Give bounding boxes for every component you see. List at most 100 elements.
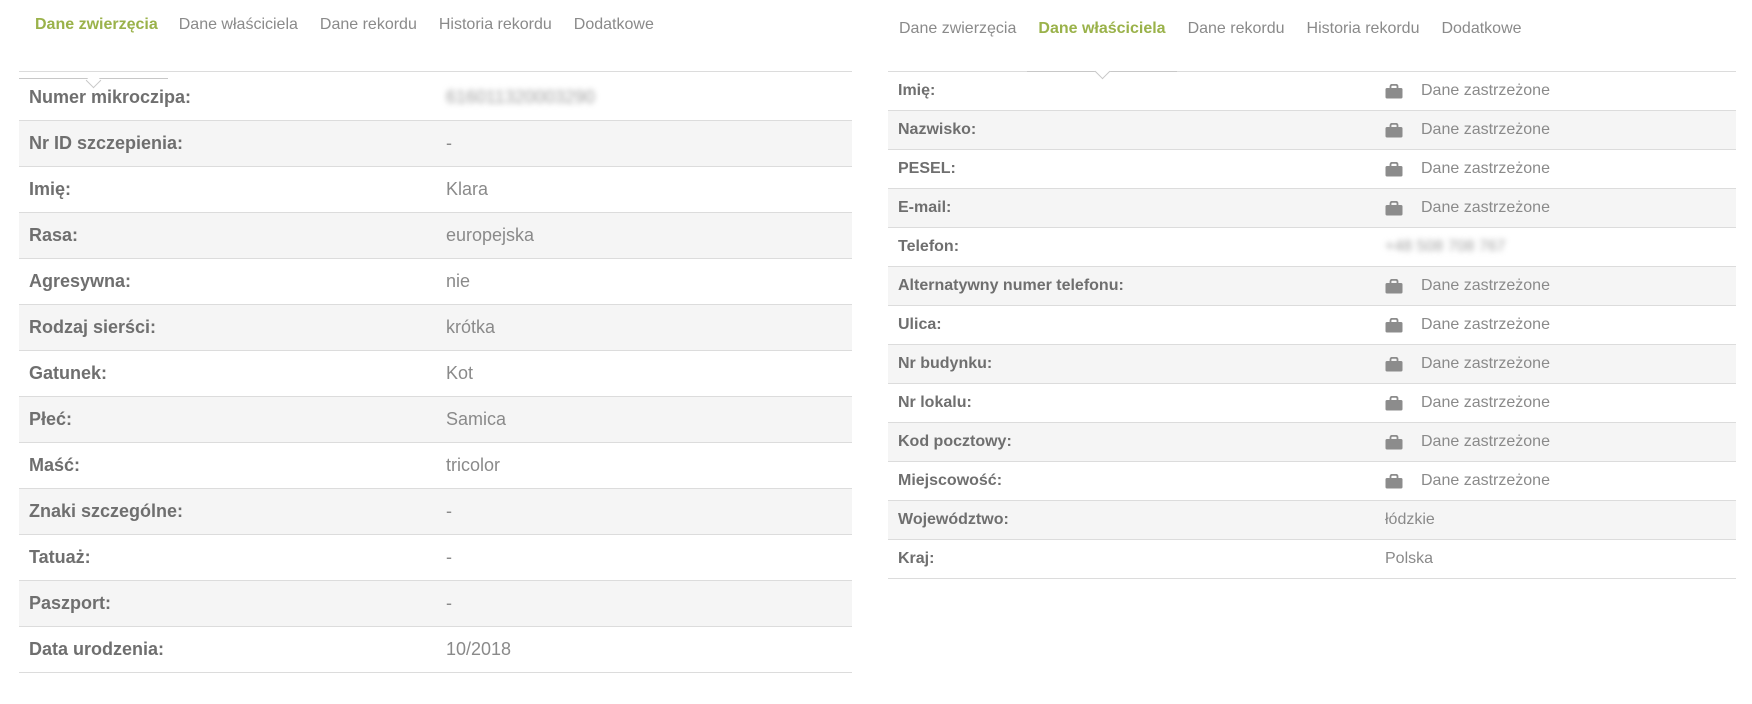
tab-label: Historia rekordu xyxy=(438,16,552,33)
restricted-field-value: Dane zastrzeżone xyxy=(1385,121,1550,139)
value-text: - xyxy=(446,501,452,521)
field-value: - xyxy=(446,593,452,614)
field-label: Rasa: xyxy=(29,225,79,245)
tab-label: Dane właściciela xyxy=(178,16,298,33)
tab-dane-zwierzecia[interactable]: Dane zwierzęcia xyxy=(19,0,168,89)
restricted-field-value: Dane zastrzeżone xyxy=(1385,277,1550,295)
field-value: Klara xyxy=(446,179,488,200)
field-value: - xyxy=(446,547,452,568)
field-value: europejska xyxy=(446,225,534,246)
field-label: Miejscowość: xyxy=(898,472,1003,489)
field-label: Kraj: xyxy=(898,550,935,567)
field-label: PESEL: xyxy=(898,160,956,177)
table-row: Paszport: - xyxy=(19,581,852,627)
value-text: - xyxy=(446,593,452,613)
tab-dane-rekordu[interactable]: Dane rekordu xyxy=(309,0,428,71)
table-row: Telefon: +48 508 708 767 xyxy=(888,228,1736,267)
value-text: - xyxy=(446,547,452,567)
lock-icon xyxy=(1385,122,1403,137)
tab-historia-rekordu[interactable]: Historia rekordu xyxy=(428,0,563,71)
field-value: krótka xyxy=(446,317,495,338)
field-label: Tatuaż: xyxy=(29,547,91,567)
field-value: łódzkie xyxy=(1385,511,1435,529)
value-text: Dane zastrzeżone xyxy=(1421,472,1550,489)
value-text: Dane zastrzeżone xyxy=(1421,199,1550,216)
restricted-field-value: Dane zastrzeżone xyxy=(1385,82,1550,100)
value-text: Dane zastrzeżone xyxy=(1421,82,1550,99)
field-label: Nr lokalu: xyxy=(898,394,972,411)
restricted-field-value: Dane zastrzeżone xyxy=(1385,472,1550,490)
value-text: Klara xyxy=(446,179,489,199)
tab-label: Dane zwierzęcia xyxy=(35,16,158,33)
tab-label: Dodatkowe xyxy=(573,16,654,33)
restricted-field-value: Dane zastrzeżone xyxy=(1385,394,1550,412)
field-value: 616011320003290 xyxy=(446,87,595,108)
lock-icon xyxy=(1385,161,1403,176)
table-row: Rodzaj sierści: krótka xyxy=(19,305,852,351)
lock-icon xyxy=(1385,473,1403,488)
field-label: Agresywna: xyxy=(29,271,132,291)
field-label: Nr budynku: xyxy=(898,355,993,372)
field-label: Województwo: xyxy=(898,511,1009,528)
field-label: Znaki szczególne: xyxy=(29,501,184,521)
field-label: Rodzaj sierści: xyxy=(29,317,157,337)
tab-label: Dane rekordu xyxy=(1187,20,1285,37)
animal-data-table: Numer mikroczipa: 616011320003290 Nr ID sz… xyxy=(19,75,852,673)
field-value: nie xyxy=(446,271,470,292)
tab-label: Dane właściciela xyxy=(1038,20,1166,37)
table-row: Maść: tricolor xyxy=(19,443,852,489)
value-text: Dane zastrzeżone xyxy=(1421,316,1550,333)
table-row: Województwo: łódzkie xyxy=(888,501,1736,540)
table-row: Nr ID szczepienia: - xyxy=(19,121,852,167)
value-text: Dane zastrzeżone xyxy=(1421,355,1550,372)
field-label: Telefon: xyxy=(898,238,960,255)
field-value: Samica xyxy=(446,409,506,430)
table-row: Tatuaż: - xyxy=(19,535,852,581)
tab-dane-rekordu[interactable]: Dane rekordu xyxy=(1177,0,1296,71)
tab-label: Dane rekordu xyxy=(319,16,417,33)
tab-dodatkowe[interactable]: Dodatkowe xyxy=(563,0,665,71)
field-label: Nr ID szczepienia: xyxy=(29,133,184,153)
tab-dodatkowe[interactable]: Dodatkowe xyxy=(1430,0,1532,71)
tab-dane-wlasciciela[interactable]: Dane właściciela xyxy=(1027,0,1177,80)
field-label: Płeć: xyxy=(29,409,73,429)
table-row: Alternatywny numer telefonu: Dane zastrze… xyxy=(888,267,1736,306)
table-row: Kraj: Polska xyxy=(888,540,1736,579)
field-label: Alternatywny numer telefonu: xyxy=(898,277,1124,294)
lock-icon xyxy=(1385,278,1403,293)
field-label: Imię: xyxy=(29,179,72,199)
tab-dane-zwierzecia[interactable]: Dane zwierzęcia xyxy=(888,0,1027,71)
lock-icon xyxy=(1385,434,1403,449)
field-label: Gatunek: xyxy=(29,363,108,383)
owner-data-table: Imię: Dane zastrzeżone Nazwisko: Dane zastr… xyxy=(888,72,1736,579)
value-text: Dane zastrzeżone xyxy=(1421,277,1550,294)
table-row: Znaki szczególne: - xyxy=(19,489,852,535)
animal-data-panel: Dane zwierzęcia Dane właściciela Dane reko… xyxy=(19,0,852,673)
field-label: Imię: xyxy=(898,82,936,99)
field-value: - xyxy=(446,501,452,522)
value-text: Dane zastrzeżone xyxy=(1421,121,1550,138)
field-label: Ulica: xyxy=(898,316,942,333)
tab-label: Dodatkowe xyxy=(1441,20,1522,37)
table-row: Nazwisko: Dane zastrzeżone xyxy=(888,111,1736,150)
lock-icon xyxy=(1385,395,1403,410)
lock-icon xyxy=(1385,83,1403,98)
table-row: Miejscowość: Dane zastrzeżone xyxy=(888,462,1736,501)
table-row: Rasa: europejska xyxy=(19,213,852,259)
value-text: krótka xyxy=(446,317,496,337)
tab-historia-rekordu[interactable]: Historia rekordu xyxy=(1296,0,1431,71)
value-text: - xyxy=(446,133,452,153)
restricted-field-value: Dane zastrzeżone xyxy=(1385,199,1550,217)
field-label: Kod pocztowy: xyxy=(898,433,1012,450)
restricted-field-value: Dane zastrzeżone xyxy=(1385,316,1550,334)
lock-icon xyxy=(1385,200,1403,215)
restricted-field-value: Dane zastrzeżone xyxy=(1385,160,1550,178)
table-row: Gatunek: Kot xyxy=(19,351,852,397)
tab-bar: Dane zwierzęcia Dane właściciela Dane reko… xyxy=(888,0,1736,80)
table-row: Agresywna: nie xyxy=(19,259,852,305)
value-text: Kot xyxy=(446,363,474,383)
table-row: Numer mikroczipa: 616011320003290 xyxy=(19,75,852,121)
tab-dane-wlasciciela[interactable]: Dane właściciela xyxy=(168,0,309,71)
value-text: nie xyxy=(446,271,471,291)
value-text: Samica xyxy=(446,409,507,429)
